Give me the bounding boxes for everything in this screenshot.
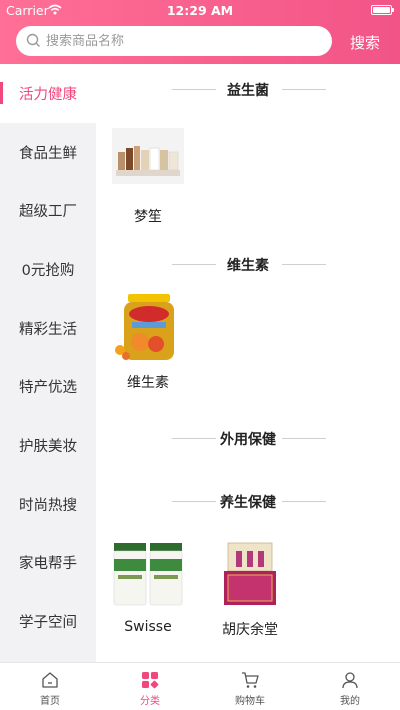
bottom-tab-bar: 首页 分类 购物车 我的 (0, 662, 400, 710)
product-name: 维生素 (127, 375, 169, 391)
category-content: 益生菌 梦笙 维生素 维生素 外用保健 养生保健 Swisse 胡庆余堂 (96, 64, 400, 662)
sidebar-item-label: 活力健康 (19, 86, 77, 103)
user-icon (342, 672, 358, 689)
section-title-text: 益生菌 (227, 83, 269, 99)
divider (282, 89, 326, 90)
status-time: 12:29 AM (166, 3, 234, 18)
product-name: Swisse (124, 619, 172, 635)
divider (282, 264, 326, 265)
header: Carrier 12:29 AM 搜索 (0, 0, 400, 64)
sidebar-item-label: 学子空间 (19, 615, 77, 632)
section-title-text: 维生素 (227, 258, 269, 274)
status-bar: Carrier 12:29 AM (0, 0, 400, 20)
product-item[interactable]: Swisse (106, 539, 190, 635)
sidebar-item-fashion[interactable]: 时尚热搜 (0, 475, 96, 534)
sidebar-item-label: 护肤美妆 (19, 438, 77, 455)
sidebar-item-label: 0元抢购 (21, 262, 75, 279)
sidebar-item-label: 家电帮手 (19, 556, 77, 573)
tab-home[interactable]: 首页 (0, 663, 100, 710)
divider (282, 501, 326, 502)
search-button[interactable]: 搜索 (350, 32, 380, 53)
divider (282, 438, 326, 439)
tab-label: 购物车 (235, 696, 265, 707)
sidebar-item-fresh-food[interactable]: 食品生鲜 (0, 123, 96, 182)
tab-label: 分类 (140, 696, 160, 707)
home-icon (42, 672, 58, 688)
sidebar-item-appliances[interactable]: 家电帮手 (0, 534, 96, 593)
sidebar-item-lifestyle[interactable]: 精彩生活 (0, 299, 96, 358)
sidebar-item-health[interactable]: 活力健康 (0, 64, 96, 123)
sidebar-item-specialty[interactable]: 特产优选 (0, 357, 96, 416)
sidebar-item-super-factory[interactable]: 超级工厂 (0, 181, 96, 240)
tab-category[interactable]: 分类 (100, 663, 200, 710)
sidebar-item-label: 超级工厂 (19, 204, 77, 221)
section-title-text: 养生保健 (220, 495, 276, 511)
sidebar-item-label: 特产优选 (19, 380, 77, 397)
product-item[interactable]: 胡庆余堂 (208, 539, 292, 639)
product-item[interactable]: 维生素 (106, 292, 190, 392)
search-box[interactable] (16, 26, 332, 56)
section-title: 养生保健 (96, 491, 400, 511)
tab-cart[interactable]: 购物车 (200, 663, 300, 710)
tab-profile[interactable]: 我的 (300, 663, 400, 710)
sidebar-item-label: 精彩生活 (19, 321, 77, 338)
section-title: 维生素 (96, 254, 400, 274)
product-name: 梦笙 (134, 209, 162, 225)
sidebar-item-label: 食品生鲜 (19, 145, 77, 162)
section-title: 益生菌 (96, 79, 400, 99)
sidebar-item-student[interactable]: 学子空间 (0, 592, 96, 651)
battery-icon (371, 5, 394, 15)
search-icon (26, 33, 40, 47)
tab-label: 我的 (340, 696, 360, 707)
section-title-text: 外用保健 (220, 432, 276, 448)
category-icon (142, 672, 159, 689)
section-title: 外用保健 (96, 428, 400, 448)
cart-icon (242, 672, 259, 688)
sidebar-item-label: 时尚热搜 (19, 497, 77, 514)
search-input[interactable] (46, 26, 316, 56)
category-sidebar: 活力健康 食品生鲜 超级工厂 0元抢购 精彩生活 特产优选 护肤美妆 时尚热搜 … (0, 64, 96, 662)
sidebar-item-beauty[interactable]: 护肤美妆 (0, 416, 96, 475)
product-image (224, 542, 276, 605)
sidebar-item-zero-yuan[interactable]: 0元抢购 (0, 240, 96, 299)
product-image (112, 128, 184, 184)
product-image (115, 294, 174, 360)
product-name: 胡庆余堂 (222, 622, 278, 638)
product-item[interactable]: 梦笙 (106, 126, 190, 226)
product-image (113, 543, 183, 606)
tab-label: 首页 (40, 696, 60, 707)
